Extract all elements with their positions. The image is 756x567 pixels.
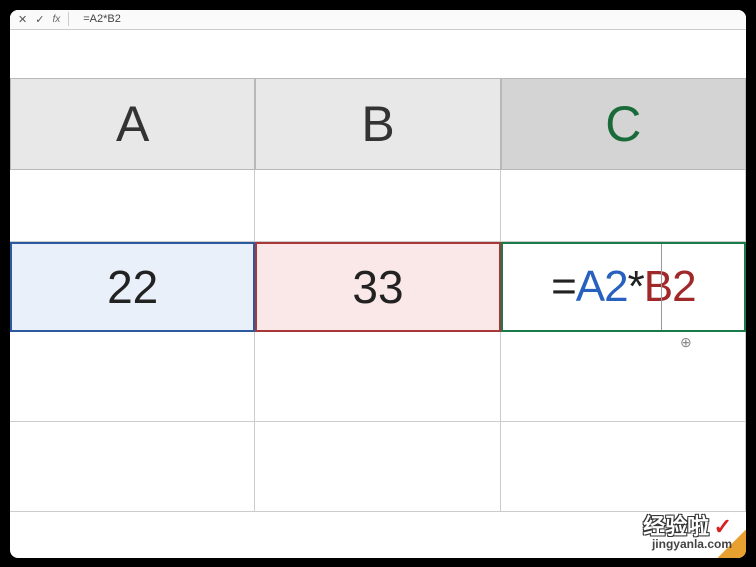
formula-bar: ✕ ✓ fx =A2*B2 — [10, 10, 746, 30]
cell-c3[interactable] — [501, 332, 746, 422]
row-3 — [10, 332, 746, 422]
cell-b4[interactable] — [255, 422, 500, 512]
row-2: 22 33 =A2*B2 — [10, 242, 746, 332]
spreadsheet-window: ✕ ✓ fx =A2*B2 A B C 22 33 — [10, 10, 746, 558]
cell-c1[interactable] — [501, 170, 746, 242]
cell-a4[interactable] — [10, 422, 255, 512]
cell-a1[interactable] — [10, 170, 255, 242]
edit-divider — [661, 244, 662, 330]
column-header-a[interactable]: A — [10, 78, 255, 170]
watermark-main: 经验啦 — [643, 514, 709, 539]
watermark-check-icon: ✓ — [714, 514, 732, 539]
formula-bar-input[interactable]: =A2*B2 — [83, 13, 121, 25]
cell-c2[interactable]: =A2*B2 — [501, 242, 746, 332]
confirm-formula-button[interactable]: ✓ — [35, 13, 44, 26]
cell-a3[interactable] — [10, 332, 255, 422]
cell-b3[interactable] — [255, 332, 500, 422]
cell-c4[interactable] — [501, 422, 746, 512]
cell-b1[interactable] — [255, 170, 500, 242]
formula-equals: = — [551, 262, 576, 311]
outer-frame: ✕ ✓ fx =A2*B2 A B C 22 33 — [0, 0, 756, 567]
row-1 — [10, 170, 746, 242]
cancel-formula-button[interactable]: ✕ — [18, 13, 27, 26]
watermark: 经验啦 ✓ jingyanla.com — [643, 516, 732, 550]
column-headers: A B C — [10, 78, 746, 170]
worksheet[interactable]: A B C 22 33 =A2*B2 — [10, 78, 746, 512]
column-header-c[interactable]: C — [501, 78, 746, 170]
formula-display: =A2*B2 — [551, 262, 695, 312]
watermark-sub: jingyanla.com — [643, 538, 732, 550]
column-header-b[interactable]: B — [255, 78, 500, 170]
fx-icon[interactable]: fx — [52, 14, 60, 25]
separator — [68, 12, 69, 26]
cell-b2[interactable]: 33 — [255, 242, 500, 332]
cell-a2[interactable]: 22 — [10, 242, 255, 332]
row-4 — [10, 422, 746, 512]
formula-operator: * — [628, 262, 644, 311]
formula-ref-b2: B2 — [644, 262, 696, 311]
formula-ref-a2: A2 — [576, 262, 628, 311]
